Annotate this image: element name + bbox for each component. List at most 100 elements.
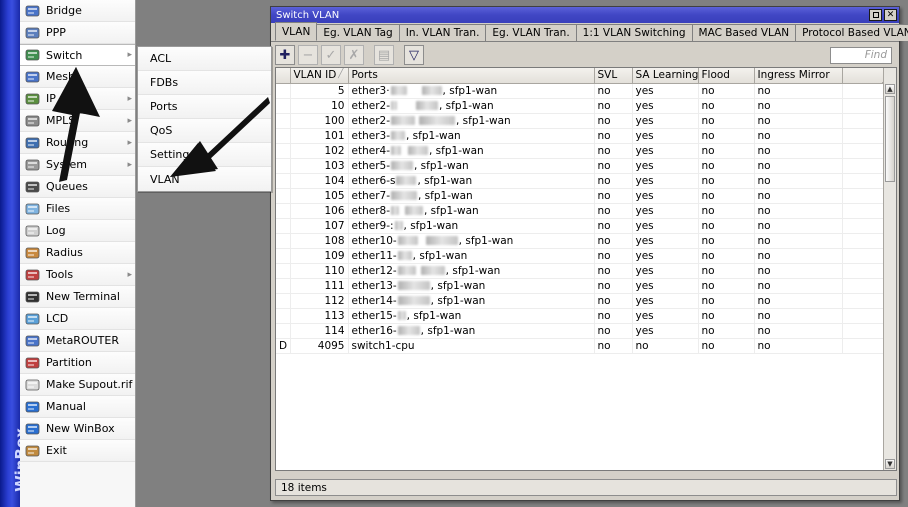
submenu-item-label: FDBs — [150, 76, 179, 89]
sidebar-item-lcd[interactable]: LCD — [20, 308, 135, 330]
remove-button[interactable]: − — [298, 45, 318, 65]
table-row[interactable]: 114 ether16-, sfp1-wan no yes no no — [276, 323, 885, 339]
switch-vlan-window: Switch VLAN ✕ VLAN Eg. VLAN Tag In. VLAN T… — [270, 6, 908, 501]
sidebar-item-metarouter[interactable]: MetaROUTER — [20, 330, 135, 352]
port-name-prefix: ether10 — [351, 234, 393, 247]
disable-button[interactable]: ✗ — [344, 45, 364, 65]
table-row[interactable]: 102 ether4-, sfp1-wan no yes no no — [276, 143, 885, 159]
vlan-table-container[interactable]: VLAN ID ╱ Ports SVL SA Learning Flood Ing… — [275, 67, 897, 471]
table-row[interactable]: 107 ether9-:, sfp1-wan no yes no no — [276, 218, 885, 234]
maximize-button[interactable] — [869, 9, 882, 21]
sidebar-item-files[interactable]: Files — [20, 198, 135, 220]
cell-extra — [842, 83, 885, 99]
manual-icon — [24, 399, 41, 415]
sidebar-item-label: Manual — [46, 400, 86, 413]
tab-1-1-vlan-switching[interactable]: 1:1 VLAN Switching — [575, 24, 693, 41]
table-row[interactable]: 101 ether3-, sfp1-wan no yes no no — [276, 128, 885, 144]
table-row[interactable]: 111 ether13-, sfp1-wan no yes no no — [276, 278, 885, 294]
sidebar-item-system[interactable]: System ▸ — [20, 154, 135, 176]
sidebar-item-new-terminal[interactable]: New Terminal — [20, 286, 135, 308]
submenu-item-fdbs[interactable]: FDBs — [138, 71, 271, 95]
cell-sa-learning: yes — [632, 278, 699, 294]
sidebar-item-queues[interactable]: Queues — [20, 176, 135, 198]
sidebar-item-routing[interactable]: Routing ▸ — [20, 132, 135, 154]
submenu-item-ports[interactable]: Ports — [138, 95, 271, 119]
vlan-table: VLAN ID ╱ Ports SVL SA Learning Flood Ing… — [276, 68, 885, 354]
comment-button[interactable]: ▤ — [374, 45, 394, 65]
switch-submenu[interactable]: ACL FDBs Ports QoS Settings VLAN — [137, 46, 272, 192]
comment-icon: ▤ — [377, 47, 391, 63]
window-titlebar[interactable]: Switch VLAN ✕ — [271, 7, 899, 23]
table-row[interactable]: 10 ether2-, sfp1-wan no yes no no — [276, 98, 885, 114]
scroll-down-button[interactable]: ▼ — [885, 459, 895, 469]
tab-protocol-based-vlan[interactable]: Protocol Based VLAN — [795, 24, 908, 41]
column-header-ingress-mirror[interactable]: Ingress Mirror — [754, 68, 843, 84]
tab-eg-vlan-tran[interactable]: Eg. VLAN Tran. — [485, 24, 577, 41]
table-row[interactable]: 110 ether12-, sfp1-wan no yes no no — [276, 263, 885, 279]
tab-mac-based-vlan[interactable]: MAC Based VLAN — [691, 24, 797, 41]
add-button[interactable]: ✚ — [275, 45, 295, 65]
column-header-sa-learning[interactable]: SA Learning — [632, 68, 699, 84]
find-placeholder: Find — [864, 49, 887, 61]
sidebar-item-radius[interactable]: Radius — [20, 242, 135, 264]
sidebar-item-make-supout-rif[interactable]: Make Supout.rif — [20, 374, 135, 396]
window-tabs[interactable]: VLAN Eg. VLAN Tag In. VLAN Tran. Eg. VLAN T… — [271, 22, 908, 42]
find-input[interactable]: Find — [830, 46, 892, 64]
main-menu[interactable]: Bridge PPP Switch ▸ Mesh IP ▸ MPLS ▸ Routing ▸ Syst… — [20, 0, 136, 507]
tab-in-vlan-tran[interactable]: In. VLAN Tran. — [398, 24, 487, 41]
table-row[interactable]: 105 ether7-, sfp1-wan no yes no no — [276, 188, 885, 204]
tab-eg-vlan-tag[interactable]: Eg. VLAN Tag — [316, 24, 400, 41]
table-row[interactable]: 104 ether6-s, sfp1-wan no yes no no — [276, 173, 885, 189]
sidebar-item-bridge[interactable]: Bridge — [20, 0, 135, 22]
chevron-right-icon: ▸ — [127, 50, 132, 60]
submenu-item-acl[interactable]: ACL — [138, 47, 271, 71]
mpls-icon — [24, 113, 41, 129]
sidebar-item-partition[interactable]: Partition — [20, 352, 135, 374]
column-header-flag[interactable] — [276, 68, 291, 84]
redacted-text-block — [397, 281, 430, 290]
column-header-svl[interactable]: SVL — [594, 68, 633, 84]
table-row[interactable]: 109 ether11-, sfp1-wan no yes no no — [276, 248, 885, 264]
sidebar-item-label: Radius — [46, 246, 83, 259]
table-row[interactable]: 103 ether5-, sfp1-wan no yes no no — [276, 158, 885, 174]
sidebar-item-label: System — [46, 158, 88, 171]
sidebar-item-tools[interactable]: Tools ▸ — [20, 264, 135, 286]
close-button[interactable]: ✕ — [884, 9, 897, 21]
submenu-item-vlan[interactable]: VLAN — [138, 167, 271, 191]
filter-button[interactable]: ▽ — [404, 45, 424, 65]
table-row[interactable]: 108 ether10-, sfp1-wan no yes no no — [276, 233, 885, 249]
sidebar-item-ppp[interactable]: PPP — [20, 22, 135, 44]
sidebar-item-switch[interactable]: Switch ▸ — [20, 44, 135, 66]
tab-label: Protocol Based VLAN — [802, 27, 908, 39]
sidebar-item-log[interactable]: Log — [20, 220, 135, 242]
port-name-separator: - — [392, 264, 397, 277]
scroll-up-button[interactable]: ▲ — [885, 84, 895, 94]
sidebar-item-exit[interactable]: Exit — [20, 440, 135, 462]
sidebar-item-mesh[interactable]: Mesh — [20, 66, 135, 88]
sidebar-item-manual[interactable]: Manual — [20, 396, 135, 418]
sidebar-item-mpls[interactable]: MPLS ▸ — [20, 110, 135, 132]
submenu-item-qos[interactable]: QoS — [138, 119, 271, 143]
table-row[interactable]: 100 ether2-, sfp1-wan no yes no no — [276, 113, 885, 129]
scroll-thumb[interactable] — [885, 96, 895, 182]
window-toolbar[interactable]: ✚ − ✓ ✗ ▤ ▽ Find — [271, 42, 899, 68]
sidebar-item-label: Switch — [46, 48, 83, 62]
submenu-item-settings[interactable]: Settings — [138, 143, 271, 167]
table-row[interactable]: 113 ether15-, sfp1-wan no yes no no — [276, 308, 885, 324]
table-row[interactable]: 106 ether8-, sfp1-wan no yes no no — [276, 203, 885, 219]
cell-flood: no — [698, 233, 755, 249]
table-row[interactable]: 112 ether14-, sfp1-wan no yes no no — [276, 293, 885, 309]
table-row[interactable]: 5 ether3·, sfp1-wan no yes no no — [276, 83, 885, 99]
column-header-vlan-id[interactable]: VLAN ID ╱ — [290, 68, 349, 84]
sidebar-item-ip[interactable]: IP ▸ — [20, 88, 135, 110]
column-header-extra[interactable] — [842, 68, 885, 84]
table-vertical-scrollbar[interactable]: ▲ ▼ — [883, 68, 896, 470]
column-header-flood[interactable]: Flood — [698, 68, 755, 84]
enable-button[interactable]: ✓ — [321, 45, 341, 65]
sidebar-item-new-winbox[interactable]: New WinBox — [20, 418, 135, 440]
column-header-ports[interactable]: Ports — [348, 68, 595, 84]
table-row[interactable]: D 4095 switch1-cpu no no no no — [276, 338, 885, 354]
port-name-suffix: , sfp1-wan — [418, 189, 473, 202]
tab-vlan[interactable]: VLAN — [275, 22, 318, 41]
cell-vlan-id: 4095 — [290, 338, 349, 354]
